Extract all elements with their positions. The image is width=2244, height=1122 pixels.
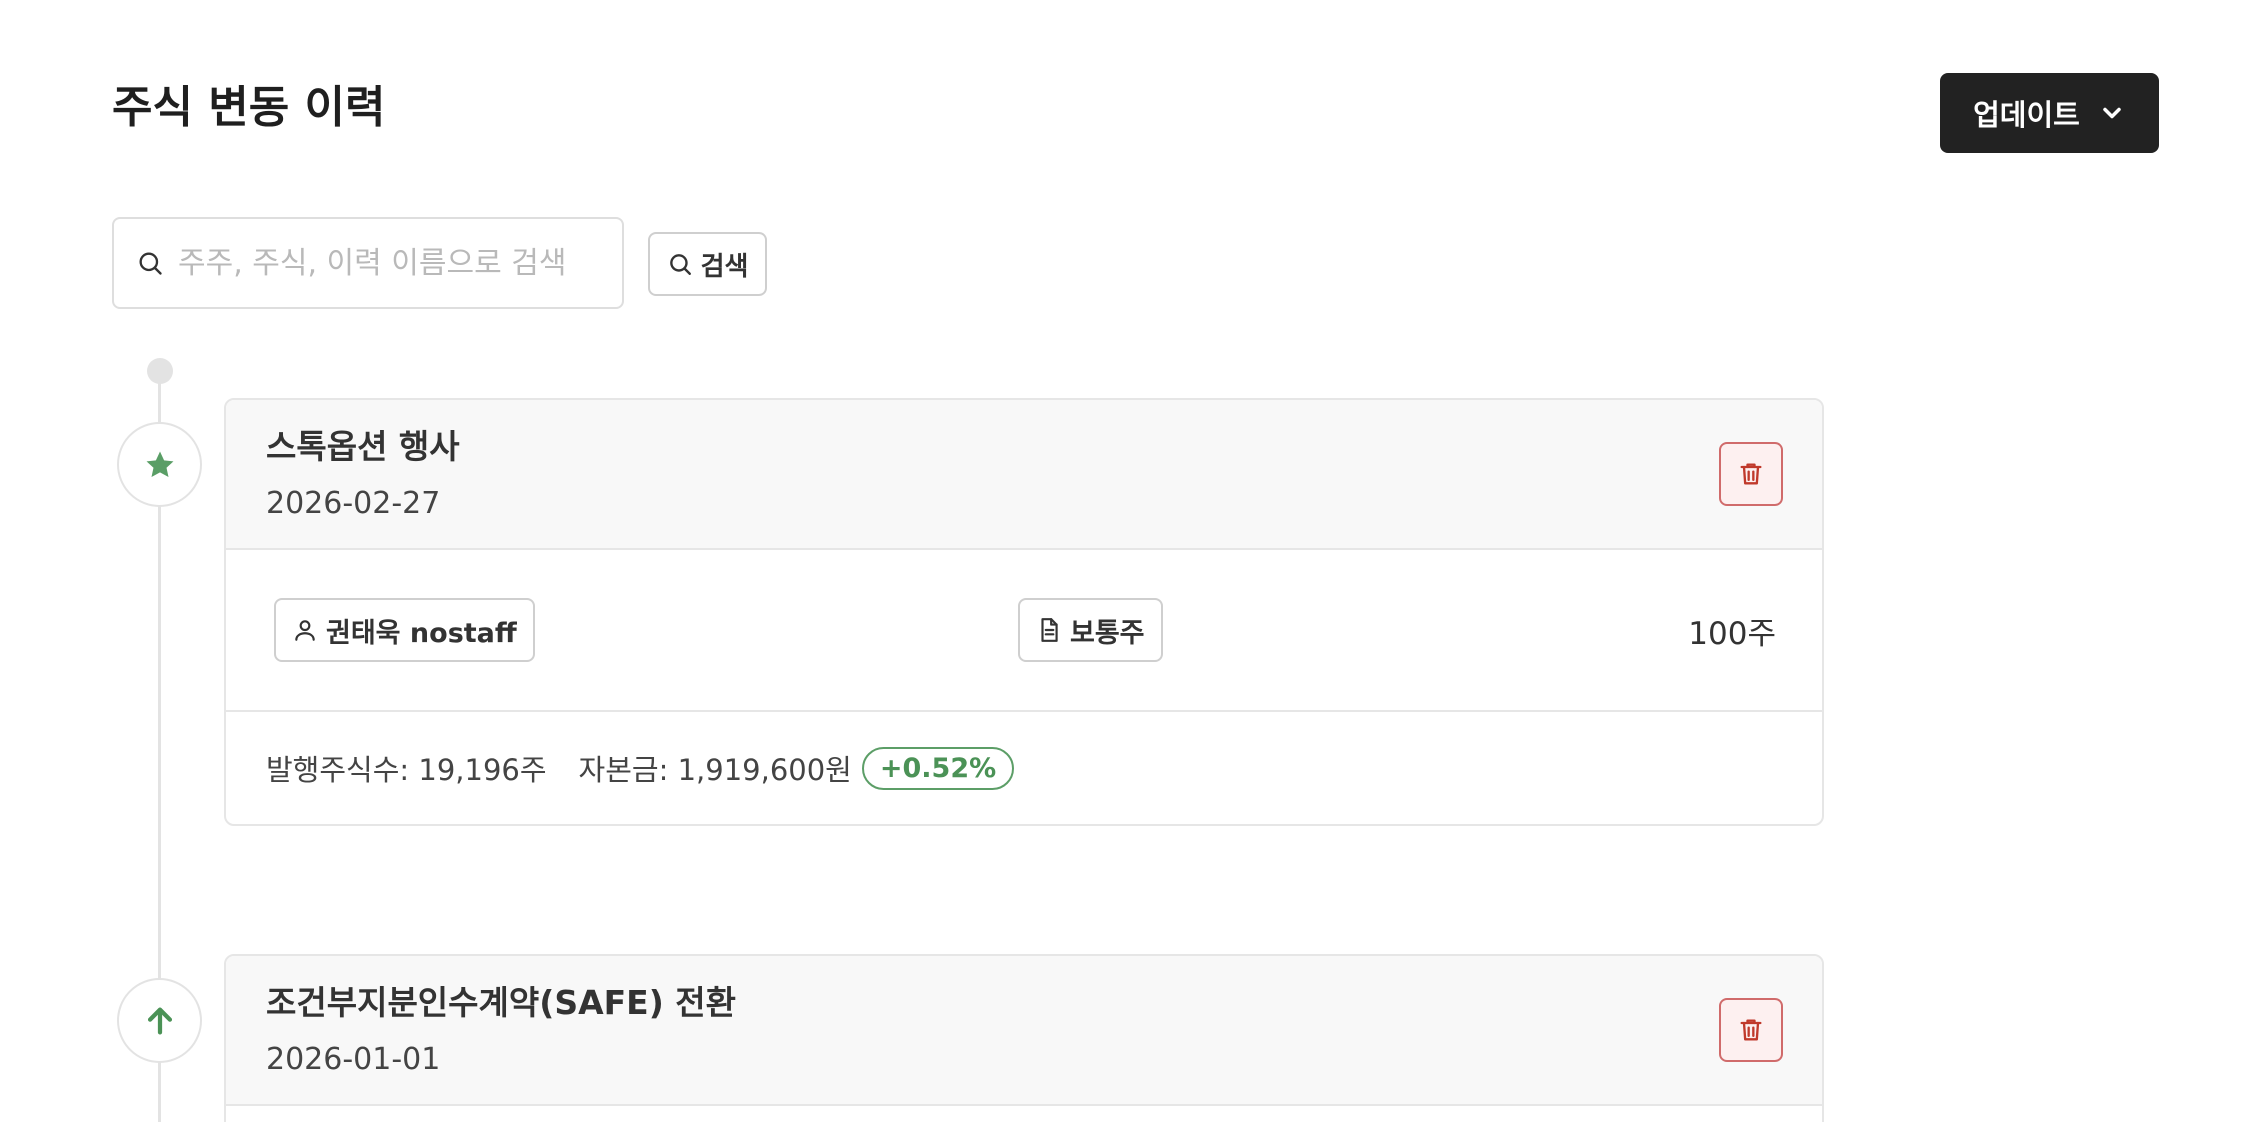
- search-icon: [139, 252, 162, 275]
- search-box[interactable]: [112, 217, 624, 309]
- event-card-header: 조건부지분인수계약(SAFE) 전환 2026-01-01: [226, 956, 1822, 1106]
- shareholder-name: 권태욱 nostaff: [326, 617, 517, 649]
- arrow-up-icon: [147, 1007, 172, 1034]
- shareholder-chip[interactable]: 권태욱 nostaff: [274, 598, 535, 662]
- delete-button[interactable]: [1719, 998, 1783, 1062]
- document-icon: [1041, 618, 1058, 642]
- trash-icon: [1740, 463, 1762, 485]
- event-title: 스톡옵션 행사: [266, 427, 460, 466]
- search-input[interactable]: [178, 245, 578, 281]
- star-icon: [146, 451, 173, 477]
- search-button-label: 검색: [700, 251, 749, 282]
- event-card: 스톡옵션 행사 2026-02-27 권태욱 nostaff 보통주 100주 …: [224, 398, 1824, 826]
- trash-icon: [1740, 1019, 1762, 1041]
- timeline-marker: [117, 978, 202, 1063]
- event-date: 2026-01-01: [266, 1042, 441, 1077]
- update-dropdown-button[interactable]: 업데이트: [1940, 73, 2159, 153]
- stock-class-label: 보통주: [1070, 617, 1145, 649]
- capital-amount: 자본금: 1,919,600원: [578, 753, 852, 787]
- change-badge: +0.52%: [861, 746, 1015, 790]
- chevron-down-icon: [2103, 107, 2121, 119]
- page-title: 주식 변동 이력: [112, 82, 386, 133]
- timeline-start-dot: [147, 358, 173, 384]
- search-icon: [669, 254, 691, 275]
- event-date: 2026-02-27: [266, 486, 441, 521]
- issued-shares: 발행주식수: 19,196주: [266, 753, 547, 787]
- page: 주식 변동 이력 업데이트 검색 스톡옵션 행사 2026-02-27 권태욱 …: [0, 0, 2244, 1122]
- share-quantity: 100주: [1688, 616, 1776, 652]
- event-detail-row: 권태욱 nostaff 보통주 100주: [226, 550, 1822, 712]
- user-icon: [295, 620, 315, 641]
- event-card-header: 스톡옵션 행사 2026-02-27: [226, 400, 1822, 550]
- search-button[interactable]: 검색: [648, 232, 767, 296]
- event-summary: 발행주식수: 19,196주 자본금: 1,919,600원 +0.52%: [226, 712, 1822, 824]
- event-title: 조건부지분인수계약(SAFE) 전환: [266, 983, 737, 1022]
- event-card: 조건부지분인수계약(SAFE) 전환 2026-01-01: [224, 954, 1824, 1122]
- stock-class-chip[interactable]: 보통주: [1018, 598, 1163, 662]
- timeline-marker: [117, 422, 202, 507]
- update-button-label: 업데이트: [1973, 98, 2080, 132]
- delete-button[interactable]: [1719, 442, 1783, 506]
